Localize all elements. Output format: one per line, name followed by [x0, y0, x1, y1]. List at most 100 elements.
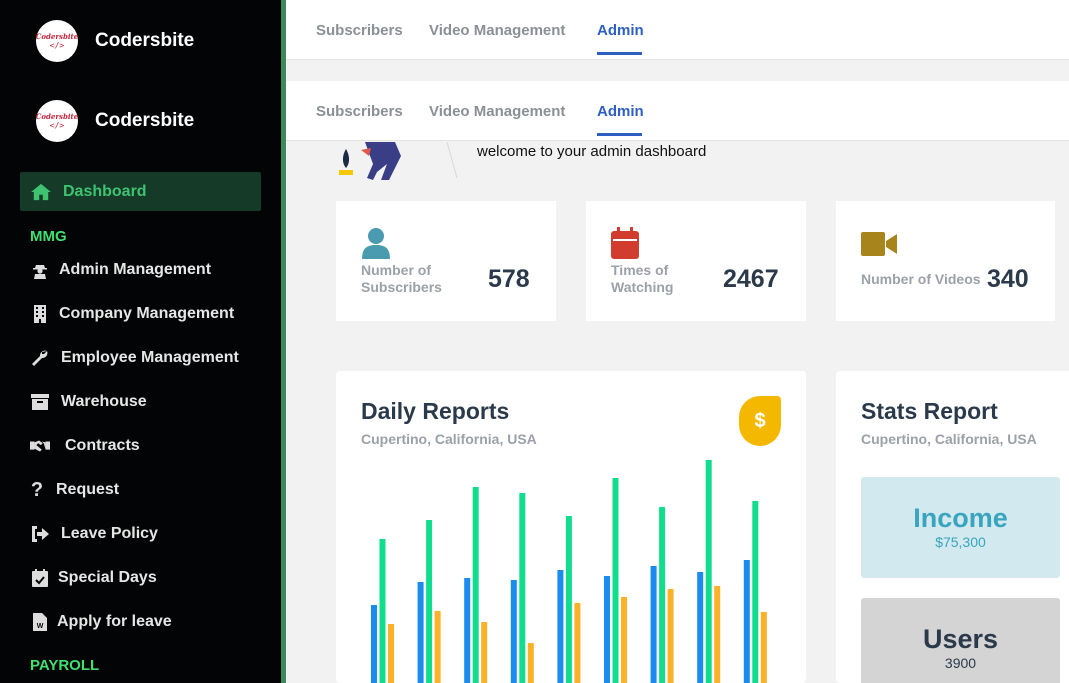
sidebar-item-apply-for-leave[interactable]: W Apply for leave [30, 610, 172, 634]
tab-admin[interactable]: Admin [597, 103, 644, 120]
bar-blue-2 [417, 582, 424, 683]
sidebar-item-employee-management[interactable]: Employee Management [30, 346, 239, 370]
tab-bar-top: Subscribers Video Management Admin [286, 0, 1069, 60]
sidebar-item-label: Special Days [58, 569, 157, 586]
bar-green-5 [565, 516, 572, 683]
wrench-icon [30, 348, 50, 368]
sidebar-item-label: Warehouse [61, 393, 147, 410]
bar-green-1 [379, 539, 386, 683]
tab-underline [597, 52, 642, 55]
daily-reports-panel: Daily Reports Cupertino, California, USA… [336, 371, 806, 683]
svg-text:W: W [37, 623, 44, 630]
bar-orange-8 [714, 586, 721, 683]
bar-green-9 [752, 501, 759, 683]
bar-blue-8 [697, 572, 704, 683]
bar-orange-3 [481, 622, 488, 683]
income-value: $75,300 [935, 534, 986, 550]
sidebar-item-label: Company Management [59, 305, 235, 322]
sign-out-icon [30, 524, 50, 544]
stat-label-line2: Watching [611, 279, 674, 295]
logo-text: Codersbite [35, 31, 79, 41]
tab-bar-second: Subscribers Video Management Admin [286, 81, 1069, 141]
section-payroll: PAYROLL [30, 657, 100, 674]
sidebar-item-dashboard[interactable]: Dashboard [20, 172, 261, 211]
daily-reports-chart [371, 460, 767, 683]
income-label: Income [913, 503, 1008, 533]
stat-label: Times of Watching [611, 262, 673, 296]
archive-icon [30, 392, 50, 412]
tab-admin[interactable]: Admin [597, 22, 644, 39]
bar-green-8 [705, 460, 712, 683]
tab-video-management[interactable]: Video Management [429, 103, 565, 120]
brand-secondary[interactable]: Codersbite </> Codersbite [36, 100, 194, 142]
bar-orange-7 [667, 589, 674, 683]
brand-top[interactable]: Codersbite </> Codersbite [36, 20, 194, 62]
income-box[interactable]: Income $75,300 [861, 477, 1060, 578]
logo-code: </> [49, 120, 65, 130]
sidebar-item-label: Request [56, 481, 120, 498]
stat-value: 340 [987, 265, 1029, 293]
stat-card-subscribers: Number of Subscribers 578 [336, 201, 556, 321]
bar-orange-4 [527, 643, 534, 683]
sidebar-item-label: Dashboard [63, 182, 147, 200]
tab-subscribers[interactable]: Subscribers [316, 103, 403, 120]
bar-blue-7 [650, 566, 657, 683]
logo-code: </> [49, 40, 65, 50]
tab-video-management[interactable]: Video Management [429, 22, 565, 39]
bar-blue-4 [510, 580, 517, 683]
calendar-icon [611, 227, 639, 259]
bar-green-4 [519, 493, 526, 683]
stat-value: 578 [488, 265, 530, 293]
bar-orange-6 [621, 597, 627, 683]
tab-subscribers[interactable]: Subscribers [316, 22, 403, 39]
sidebar-item-contracts[interactable]: Contracts [30, 434, 140, 458]
brand-name: Codersbite [95, 30, 195, 51]
sidebar-item-label: Employee Management [61, 349, 239, 366]
sidebar-item-special-days[interactable]: Special Days [30, 566, 157, 590]
bar-orange-1 [388, 624, 394, 683]
brand-name: Codersbite [95, 110, 195, 131]
bar-green-6 [612, 478, 619, 683]
users-label: Users [922, 624, 999, 654]
sidebar-item-leave-policy[interactable]: Leave Policy [30, 522, 158, 546]
welcome-message: welcome to your admin dashboard [477, 143, 707, 160]
video-camera-icon [861, 232, 897, 256]
bar-green-2 [426, 520, 433, 683]
stat-label-line1: Times of [611, 262, 669, 278]
bar-blue-3 [464, 578, 471, 683]
user-icon [362, 228, 390, 259]
sidebar-item-label: Contracts [65, 437, 140, 454]
stat-card-watching: Times of Watching 2467 [586, 201, 806, 321]
bar-green-3 [472, 487, 479, 683]
section-mmg: MMG [30, 228, 67, 245]
users-value: 3900 [944, 655, 977, 671]
logo-text: Codersbite [35, 111, 79, 121]
stat-label-line1: Number of Videos [861, 271, 981, 287]
user-secret-icon [30, 260, 50, 280]
bar-orange-2 [434, 611, 441, 683]
bar-blue-1 [371, 605, 377, 683]
stat-card-videos: Number of Videos 340 [836, 201, 1055, 321]
sidebar-item-label: Admin Management [59, 261, 212, 278]
handshake-icon [30, 436, 50, 456]
brand-logo: Codersbite </> [36, 20, 78, 62]
sidebar-item-label: Apply for leave [57, 613, 172, 630]
stat-label: Number of Subscribers [361, 262, 442, 296]
stat-value: 2467 [723, 265, 779, 293]
tab-underline [597, 133, 642, 136]
sidebar-item-request[interactable]: ? Request [30, 478, 119, 502]
stats-report-panel: Stats Report Cupertino, California, USA … [836, 371, 1069, 683]
stats-report-title: Stats Report [861, 398, 998, 424]
stat-label-line2: Subscribers [361, 279, 442, 295]
sidebar-item-company-management[interactable]: Company Management [30, 302, 234, 326]
brand-logo: Codersbite </> [36, 100, 78, 142]
calendar-check-icon [30, 568, 50, 588]
bar-blue-9 [743, 560, 750, 683]
sidebar-item-warehouse[interactable]: Warehouse [30, 390, 147, 414]
sidebar-item-admin-management[interactable]: Admin Management [30, 258, 211, 282]
bar-orange-9 [760, 612, 767, 683]
home-icon [31, 183, 51, 200]
stat-label: Number of Videos [861, 271, 981, 288]
users-box[interactable]: Users 3900 [861, 598, 1060, 683]
welcome-illustration [339, 142, 458, 180]
